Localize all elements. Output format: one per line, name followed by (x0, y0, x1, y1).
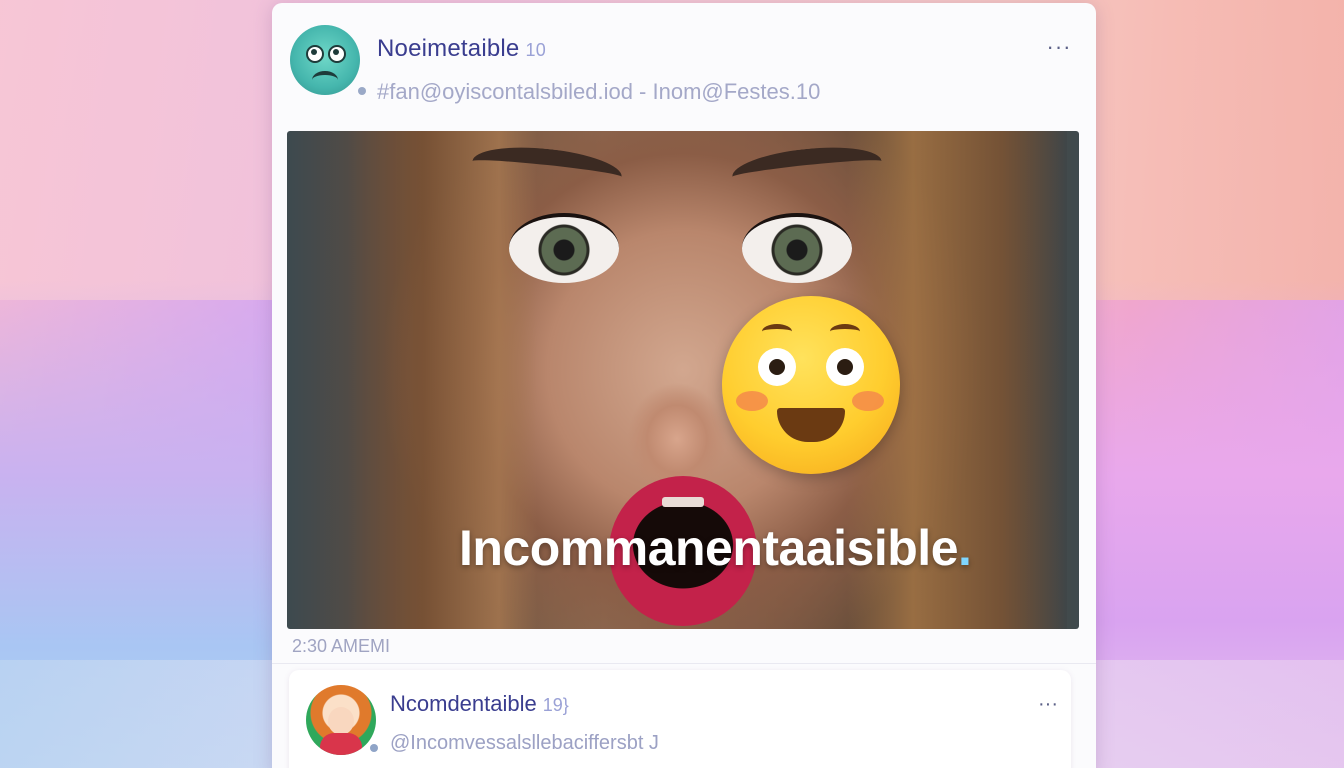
post-header: Noeimetaible 10 #fan@oyiscontalsbiled.iod… (272, 3, 1096, 133)
emoji-brow (830, 324, 860, 339)
post-timestamp: 2:30 AMEMI (292, 636, 391, 656)
username-text[interactable]: Noeimetaible (377, 35, 519, 62)
avatar-eye (306, 45, 324, 63)
flushed-face-emoji-icon (722, 296, 900, 474)
divider (272, 663, 1096, 664)
reply-card[interactable]: Ncomdentaible 19} @Incomvessalsllebaciffe… (289, 670, 1071, 768)
emoji-cheek (736, 391, 768, 411)
image-teeth (662, 497, 704, 507)
image-nose (622, 341, 732, 481)
reply-username-text[interactable]: Ncomdentaible (390, 691, 537, 716)
post-card: Noeimetaible 10 #fan@oyiscontalsbiled.iod… (272, 3, 1096, 768)
emoji-mouth (777, 408, 845, 442)
reply-avatar[interactable] (306, 685, 376, 755)
reply-more-options-icon[interactable]: ··· (1033, 694, 1063, 714)
avatar-eye (328, 45, 346, 63)
more-options-icon[interactable]: ··· (1044, 36, 1074, 58)
emoji-eye (826, 348, 864, 386)
avatar-mouth (312, 71, 338, 89)
reply-avatar-face (328, 707, 354, 735)
avatar[interactable] (290, 25, 360, 95)
caption-text: Incommanentaaisible (459, 520, 959, 576)
presence-indicator (370, 744, 378, 752)
emoji-eye (758, 348, 796, 386)
presence-indicator (358, 87, 366, 95)
reply-username[interactable]: Ncomdentaible 19} (390, 691, 569, 717)
reply-handle[interactable]: @Incomvessalsllebaciffersbt J (390, 732, 659, 755)
image-caption: Incommanentaaisible. (459, 519, 972, 577)
post-handle[interactable]: #fan@oyiscontalsbiled.iod - Inom@Festes.… (377, 79, 820, 105)
post-username[interactable]: Noeimetaible 10 (377, 35, 546, 63)
post-image[interactable]: Incommanentaaisible. (287, 131, 1079, 629)
image-eye (509, 213, 619, 283)
reply-username-badge: 19} (542, 695, 569, 715)
emoji-cheek (852, 391, 884, 411)
emoji-brow (762, 324, 792, 339)
caption-dot: . (958, 520, 972, 576)
username-badge: 10 (525, 40, 546, 60)
reply-avatar-shirt (320, 733, 362, 755)
image-eye (742, 213, 852, 283)
